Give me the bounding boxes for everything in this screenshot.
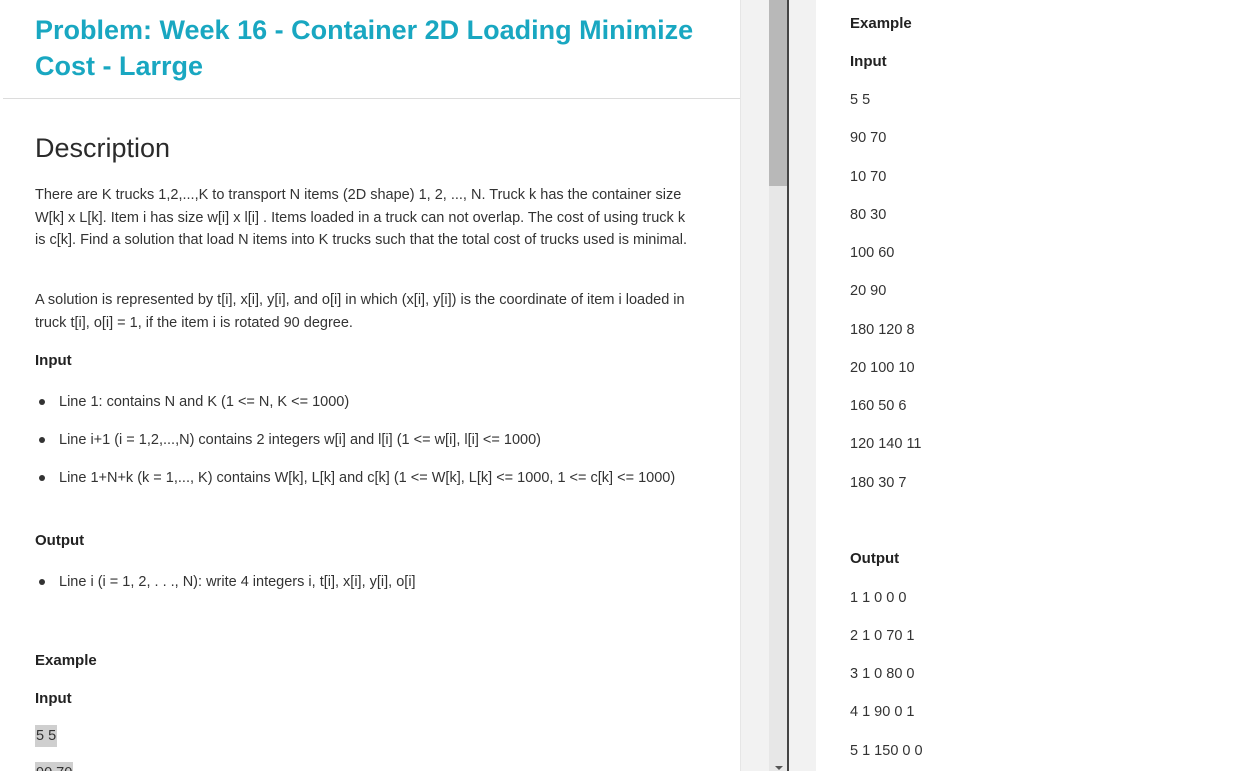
input-line: 20 100 10 [850, 360, 915, 376]
output-line: 4 1 90 0 1 [850, 704, 915, 720]
scroll-down-arrow-icon[interactable] [775, 766, 783, 770]
description-heading: Description [35, 133, 171, 163]
input-line: 5 5 [850, 92, 871, 108]
scrollbar-thumb[interactable] [769, 0, 787, 186]
input-line: 160 50 6 [850, 398, 907, 414]
example-input-line: 5 5 [35, 725, 58, 747]
output-bullet-1: Line i (i = 1, 2, . . ., N): write 4 int… [39, 571, 699, 594]
problem-title: Problem: Week 16 - Container 2D Loading … [35, 15, 694, 81]
input-line: 180 30 7 [850, 475, 907, 491]
output-line: 5 1 150 0 0 [850, 743, 923, 759]
input-line: 80 30 [850, 207, 887, 223]
input-heading: Input [850, 53, 887, 70]
input-line: 90 70 [850, 130, 887, 146]
output-line: 1 1 0 0 0 [850, 590, 907, 606]
problem-statement-pane: Problem: Week 16 - Container 2D Loading … [0, 0, 741, 771]
input-line: 10 70 [850, 169, 887, 185]
example-input-heading: Input [35, 690, 72, 707]
input-heading: Input [35, 352, 72, 369]
pane-splitter[interactable] [787, 0, 789, 771]
input-bullet-3: Line 1+N+k (k = 1,..., K) contains W[k],… [39, 467, 699, 490]
input-bullet-1: Line 1: contains N and K (1 <= N, K <= 1… [39, 391, 699, 414]
description-paragraph-2: A solution is represented by t[i], x[i],… [35, 292, 685, 331]
input-line: 20 90 [850, 283, 887, 299]
input-line: 180 120 8 [850, 322, 915, 338]
output-heading: Output [35, 532, 85, 549]
problem-title-bar: Problem: Week 16 - Container 2D Loading … [3, 0, 740, 99]
output-line: 3 1 0 80 0 [850, 666, 915, 682]
input-line: 100 60 [850, 245, 895, 261]
input-bullet-2: Line i+1 (i = 1,2,...,N) contains 2 inte… [39, 429, 699, 452]
example-heading: Example [850, 15, 912, 32]
example-heading: Example [35, 652, 97, 669]
output-heading: Output [850, 550, 900, 567]
input-line: 120 140 11 [850, 436, 922, 452]
description-paragraph-1: There are K trucks 1,2,...,K to transpor… [35, 187, 687, 248]
example-pane: Example Input 5 5 90 70 10 70 80 30 100 … [816, 0, 1235, 771]
example-input-line: 90 70 [35, 762, 74, 771]
output-line: 2 1 0 70 1 [850, 628, 915, 644]
